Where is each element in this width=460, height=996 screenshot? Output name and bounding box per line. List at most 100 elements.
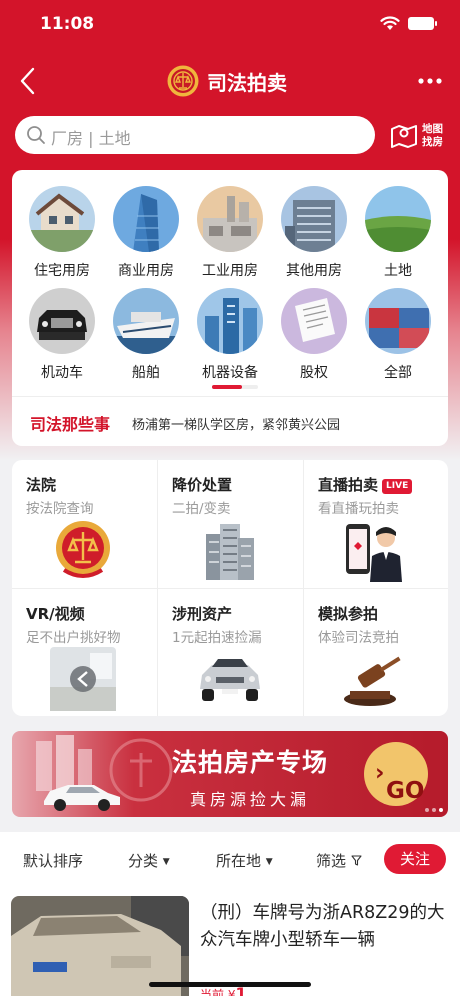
live-host-icon: [346, 524, 402, 582]
map-find-label: 地图找房: [422, 123, 443, 148]
service-title: 法院: [26, 476, 57, 494]
filter-category[interactable]: 分类 ▼: [128, 850, 170, 871]
scroll-thumb: [212, 385, 242, 389]
listing-thumbnail: [11, 896, 189, 996]
category-label: 工业用房: [202, 263, 258, 279]
filter-screen-label: 筛选: [316, 852, 347, 870]
category-equipment[interactable]: 机器设备: [188, 288, 272, 382]
industrial-plant-icon: [197, 186, 263, 252]
land-icon: [365, 186, 431, 252]
navbar: 司法拍卖: [0, 56, 460, 106]
gavel-icon: [344, 656, 401, 706]
service-price-cut[interactable]: 降价处置 二拍/变卖: [158, 460, 303, 588]
filter-screen[interactable]: 筛选: [316, 850, 362, 871]
category-label: 股权: [300, 365, 328, 381]
service-subtitle: 1元起拍速捡漏: [172, 630, 262, 646]
go-button[interactable]: GO ›: [364, 742, 428, 806]
service-subtitle: 看直播玩拍卖: [318, 501, 399, 517]
filter-location-label: 所在地: [216, 852, 262, 870]
follow-button[interactable]: 关注: [384, 844, 446, 874]
home-indicator[interactable]: [149, 982, 311, 987]
service-subtitle: 体验司法竞拍: [318, 630, 399, 646]
residential-house-icon: [29, 186, 95, 252]
triangle-down-icon: ▼: [162, 857, 170, 867]
map-pin-icon: [391, 125, 417, 148]
map-find-button[interactable]: 地图找房: [390, 120, 452, 152]
car-icon: [29, 288, 95, 354]
sedan-photo: [11, 896, 189, 996]
other-building-icon: [281, 186, 347, 252]
category-vehicle[interactable]: 机动车: [20, 288, 104, 382]
vr-play-icon: [50, 647, 116, 711]
equipment-icon: [197, 288, 263, 354]
wifi-icon: [380, 16, 400, 30]
category-label: 船舶: [132, 365, 160, 381]
category-equity[interactable]: 股权: [272, 288, 356, 382]
back-arrow-icon[interactable]: [14, 66, 44, 96]
ship-icon: [113, 288, 179, 354]
search-icon: [27, 126, 45, 144]
carousel-dots: [425, 808, 443, 812]
service-subtitle: 按法院查询: [26, 501, 94, 517]
service-title-group: 直播拍卖 LIVE: [318, 474, 413, 495]
search-placeholder: 厂房 | 土地: [51, 129, 131, 148]
service-title: 涉刑资产: [172, 605, 233, 623]
go-label: GO ›: [375, 760, 425, 804]
battery-icon: [408, 17, 437, 30]
category-label: 土地: [384, 263, 412, 279]
category-residential[interactable]: 住宅用房: [20, 186, 104, 280]
funnel-icon: [351, 855, 362, 866]
category-label: 住宅用房: [34, 263, 90, 279]
category-industrial[interactable]: 工业用房: [188, 186, 272, 280]
court-emblem-icon: [56, 521, 110, 578]
category-ship[interactable]: 船舶: [104, 288, 188, 382]
service-court[interactable]: 法院 按法院查询: [12, 460, 157, 588]
news-ticker[interactable]: 司法那些事 杨浦第一梯队学区房，紧邻黄兴公园: [12, 396, 448, 446]
service-title: 模拟参拍: [318, 605, 379, 623]
category-label: 全部: [384, 365, 412, 381]
service-subtitle: 足不出户挑好物: [26, 630, 121, 646]
banner-subtitle: 真房源捡大漏: [190, 790, 311, 809]
more-options-icon[interactable]: [414, 68, 446, 94]
category-scroll-indicator: [212, 385, 258, 389]
status-time: 11:08: [40, 14, 95, 34]
service-mock-bidding[interactable]: 模拟参拍 体验司法竞拍: [304, 589, 448, 716]
service-title: 直播拍卖: [318, 476, 379, 494]
court-emblem-icon: [109, 738, 173, 802]
banner-title: 法拍房产专场: [172, 748, 329, 777]
category-label: 机器设备: [202, 365, 258, 381]
filter-bar: 默认排序 分类 ▼ 所在地 ▼ 筛选 关注: [0, 832, 460, 886]
service-live-auction[interactable]: 直播拍卖 LIVE 看直播玩拍卖: [304, 460, 448, 588]
sort-default[interactable]: 默认排序: [23, 850, 83, 871]
all-containers-icon: [365, 288, 431, 354]
filter-location[interactable]: 所在地 ▼: [216, 850, 273, 871]
page-title: 司法拍卖: [207, 70, 287, 95]
search-input[interactable]: 厂房 | 土地: [15, 116, 375, 154]
live-badge: LIVE: [382, 479, 413, 494]
category-commercial[interactable]: 商业用房: [104, 186, 188, 280]
category-label: 机动车: [41, 365, 83, 381]
service-vr-video[interactable]: VR/视频 足不出户挑好物: [12, 589, 157, 716]
service-title: 降价处置: [172, 476, 233, 494]
price-label: 当前: [200, 988, 225, 996]
status-bar: 11:08: [0, 0, 460, 50]
service-criminal-assets[interactable]: 涉刑资产 1元起拍速捡漏: [158, 589, 303, 716]
listing-title: （刑）车牌号为浙AR8Z29的大众汽车牌小型轿车一辆: [200, 903, 445, 950]
listing-item[interactable]: （刑）车牌号为浙AR8Z29的大众汽车牌小型轿车一辆 当前 ¥1: [0, 886, 460, 996]
court-emblem-icon: [167, 65, 199, 97]
category-label: 其他用房: [286, 263, 342, 279]
commercial-tower-icon: [113, 186, 179, 252]
category-other-building[interactable]: 其他用房: [272, 186, 356, 280]
promo-banner[interactable]: 法拍房产专场 真房源捡大漏 GO ›: [12, 731, 448, 817]
category-card: 住宅用房 商业用房 工业用房 其他用房 土地 机动车 船舶 机器设备 股权 全部…: [12, 170, 448, 446]
category-land[interactable]: 土地: [356, 186, 440, 280]
buildings-icon: [206, 524, 254, 580]
suv-icon: [200, 659, 260, 701]
go-text: GO: [386, 778, 425, 804]
equity-document-icon: [281, 288, 347, 354]
services-grid: 法院 按法院查询 降价处置 二拍/变卖 直播拍卖 LIVE 看直播玩拍卖 VR/…: [12, 460, 448, 716]
category-all[interactable]: 全部: [356, 288, 440, 382]
navbar-title-group: 司法拍卖: [167, 62, 287, 100]
news-text: 杨浦第一梯队学区房，紧邻黄兴公园: [132, 418, 341, 433]
news-tag: 司法那些事: [30, 415, 111, 434]
